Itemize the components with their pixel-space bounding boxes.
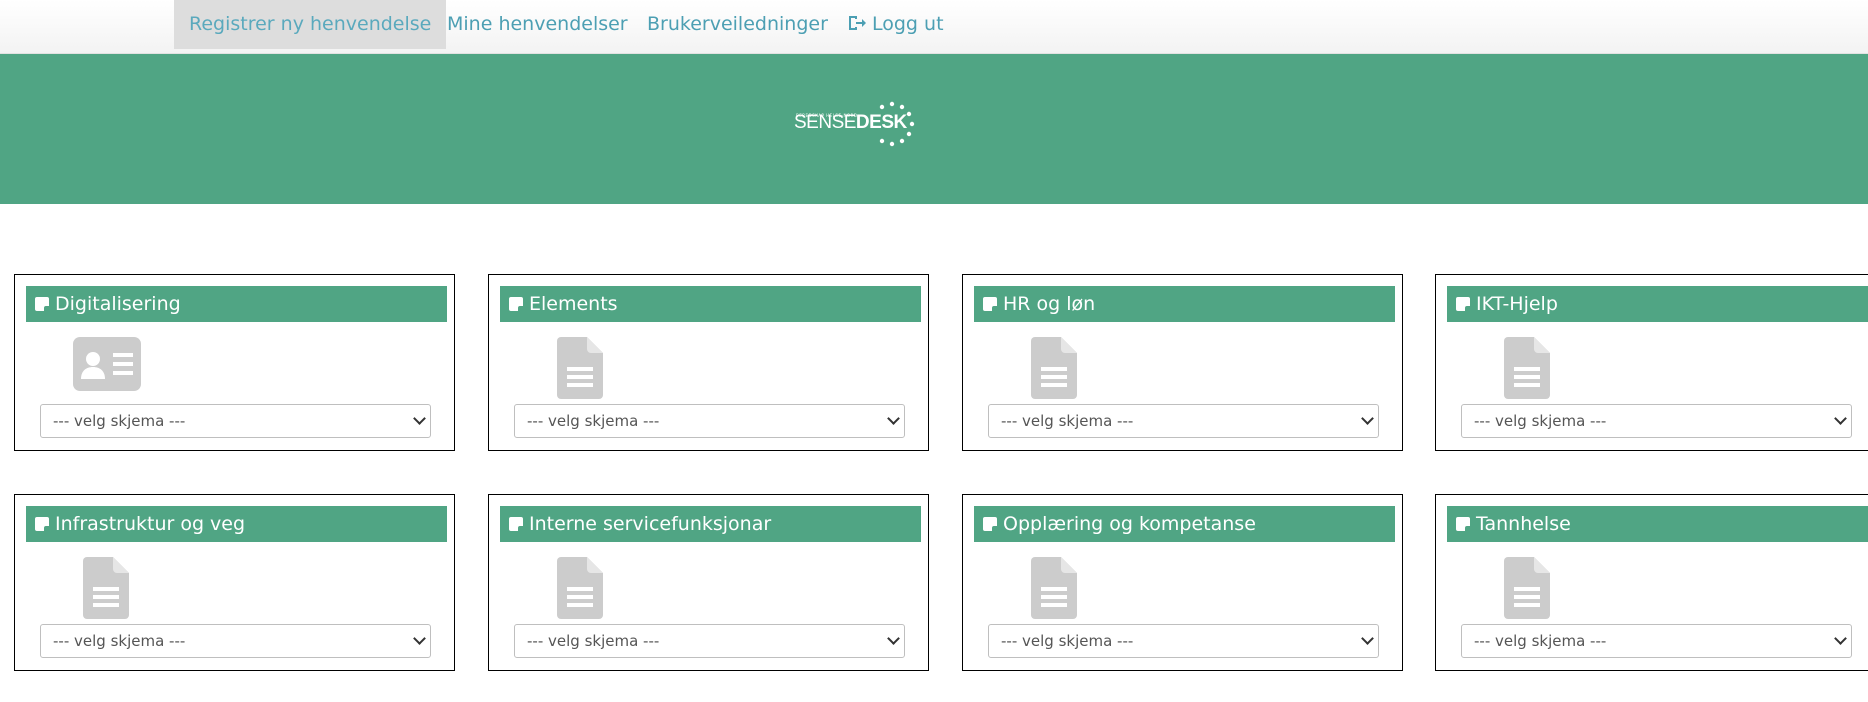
logout-icon [847, 2, 867, 51]
category-card: IKT-Hjelp --- velg skjema --- [1435, 274, 1868, 451]
card-header: Digitalisering [26, 286, 447, 322]
category-card: Digitalisering --- velg skjema --- [14, 274, 455, 451]
chevron-down-icon [413, 412, 426, 425]
card-header: HR og løn [974, 286, 1395, 322]
card-header: Tannhelse [1447, 506, 1868, 542]
nav-logout[interactable]: Logg ut [832, 0, 959, 49]
form-select[interactable]: --- velg skjema --- [1461, 624, 1852, 658]
card-header: Opplæring og kompetanse [974, 506, 1395, 542]
form-select[interactable]: --- velg skjema --- [40, 624, 431, 658]
nav-register-request[interactable]: Registrer ny henvendelse [174, 0, 447, 49]
contact-card-icon [73, 337, 141, 391]
card-header: Elements [500, 286, 921, 322]
chevron-down-icon [887, 412, 900, 425]
category-card: HR og løn --- velg skjema --- [962, 274, 1403, 451]
chevron-down-icon [887, 632, 900, 645]
category-card: Infrastruktur og veg --- velg skjema --- [14, 494, 455, 671]
top-navigation: Registrer ny henvendelse Mine henvendels… [0, 0, 1868, 54]
document-icon [557, 557, 603, 619]
note-icon [35, 297, 49, 311]
note-icon [509, 297, 523, 311]
note-icon [983, 517, 997, 531]
document-icon [83, 557, 129, 619]
document-icon [1031, 337, 1077, 399]
form-select[interactable]: --- velg skjema --- [40, 404, 431, 438]
document-icon [1504, 337, 1550, 399]
logo-dots-icon [879, 101, 915, 147]
nav-user-guides[interactable]: Brukerveiledninger [632, 0, 843, 49]
chevron-down-icon [1834, 412, 1847, 425]
nav-my-requests[interactable]: Mine henvendelser [432, 0, 643, 49]
note-icon [35, 517, 49, 531]
note-icon [983, 297, 997, 311]
category-card: Tannhelse --- velg skjema --- [1435, 494, 1868, 671]
chevron-down-icon [413, 632, 426, 645]
document-icon [1031, 557, 1077, 619]
form-select[interactable]: --- velg skjema --- [988, 404, 1379, 438]
category-card: Opplæring og kompetanse --- velg skjema … [962, 494, 1403, 671]
category-card: Elements --- velg skjema --- [488, 274, 929, 451]
header-banner [0, 54, 1868, 204]
card-header: IKT-Hjelp [1447, 286, 1868, 322]
sensedesk-logo: BEREDSKAP HELSE-NORD SENSEDESK [794, 101, 915, 153]
chevron-down-icon [1361, 412, 1374, 425]
form-select[interactable]: --- velg skjema --- [514, 404, 905, 438]
note-icon [509, 517, 523, 531]
document-icon [1504, 557, 1550, 619]
form-select[interactable]: --- velg skjema --- [514, 624, 905, 658]
chevron-down-icon [1834, 632, 1847, 645]
form-select[interactable]: --- velg skjema --- [988, 624, 1379, 658]
document-icon [557, 337, 603, 399]
form-select[interactable]: --- velg skjema --- [1461, 404, 1852, 438]
note-icon [1456, 297, 1470, 311]
category-card: Interne servicefunksjonar --- velg skjem… [488, 494, 929, 671]
chevron-down-icon [1361, 632, 1374, 645]
card-header: Infrastruktur og veg [26, 506, 447, 542]
card-header: Interne servicefunksjonar [500, 506, 921, 542]
note-icon [1456, 517, 1470, 531]
